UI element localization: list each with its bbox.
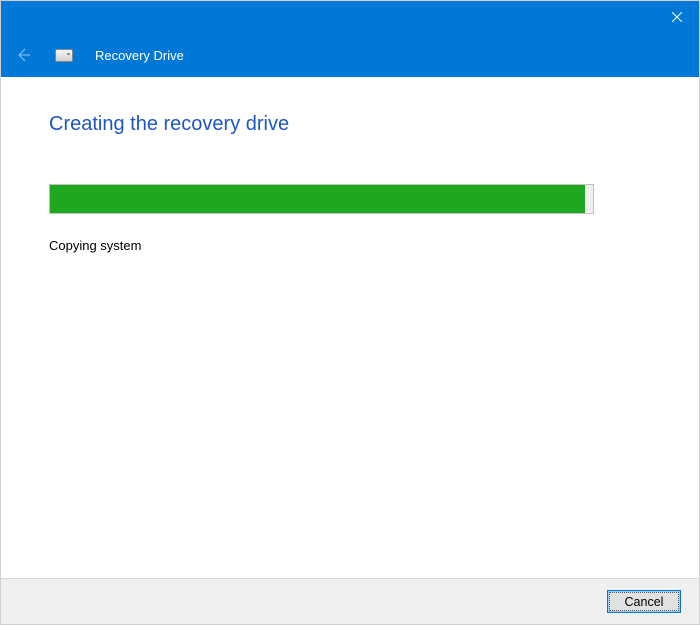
back-arrow-icon: [15, 47, 31, 63]
status-text: Copying system: [49, 238, 651, 253]
close-button[interactable]: [654, 1, 699, 33]
content-area: Creating the recovery drive Copying syst…: [1, 77, 699, 578]
app-title: Recovery Drive: [95, 48, 184, 63]
progress-bar: [49, 184, 594, 214]
back-button: [13, 45, 33, 65]
footer-bar: Cancel: [1, 578, 699, 624]
title-bar: [1, 1, 699, 33]
header-bar: Recovery Drive: [1, 33, 699, 77]
drive-icon: [55, 49, 73, 62]
recovery-drive-wizard: Recovery Drive Creating the recovery dri…: [0, 0, 700, 625]
progress-fill: [50, 185, 585, 213]
page-heading: Creating the recovery drive: [49, 113, 651, 136]
close-icon: [672, 12, 682, 22]
cancel-button[interactable]: Cancel: [607, 590, 681, 613]
